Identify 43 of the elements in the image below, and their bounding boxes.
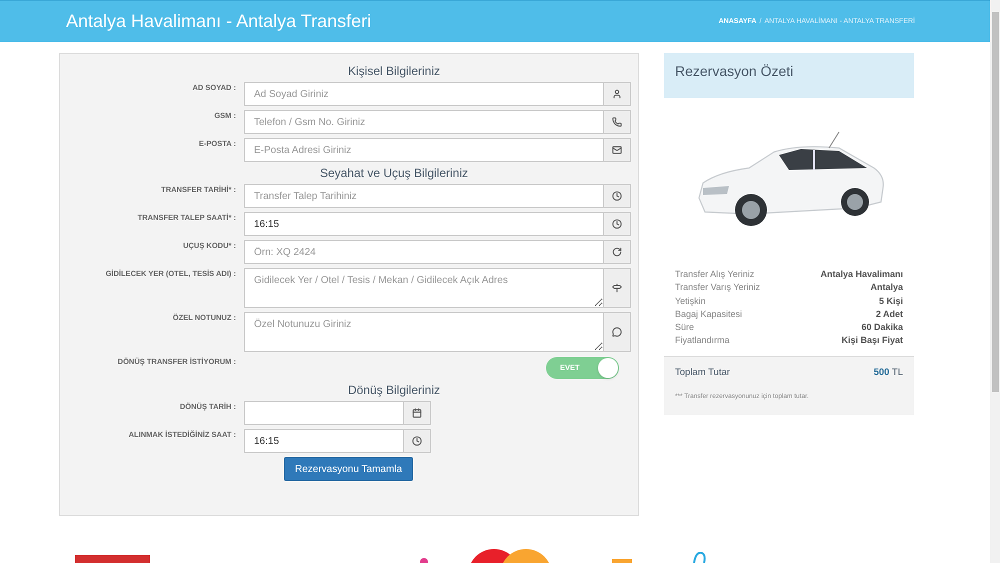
speech-bubble-icon [612,327,622,337]
text-field[interactable]: 16:15 [244,212,604,236]
clock-icon [612,191,622,201]
text-field[interactable]: E-Posta Adresi Giriniz [244,138,604,162]
text-field[interactable]: Ad Soyad Giriniz [244,82,604,106]
complete-reservation-button[interactable]: Rezervasyonu Tamamla [284,457,414,481]
summary-value: 5 Kişi [878,294,903,308]
text-field[interactable]: Örn: XQ 2424 [244,240,604,264]
partner-logo [612,559,632,563]
summary-value: Antalya Havalimanı [820,268,903,281]
total-label: Toplam Tutar [675,366,730,380]
mail-icon [612,145,622,155]
phone-icon [612,117,622,127]
clock-icon [612,219,622,229]
summary-label: Transfer Varış Yeriniz [675,281,760,294]
clock-icon [412,436,422,446]
page-title: Antalya Havalimanı - Antalya Transferi [66,10,372,33]
text-field[interactable]: Telefon / Gsm No. Giriniz [244,110,604,134]
calendar-icon [412,408,422,418]
text-field[interactable]: Transfer Talep Tarihiniz [244,184,604,208]
summary-title: Rezervasyon Özeti [675,62,794,81]
signpost-icon [612,283,622,293]
summary-label: Süre [675,321,694,334]
text-field[interactable] [244,401,404,425]
summary-label: Transfer Alış Yeriniz [675,268,754,281]
summary-label: Yetişkin [675,294,706,308]
refresh-icon [612,247,622,257]
text-field[interactable]: 16:15 [244,429,404,453]
summary-label: Bagaj Kapasitesi [675,308,742,321]
section-title: Seyahat ve Uçuş Bilgileriniz [318,165,470,180]
summary-value: Kişi Başı Fiyat [841,334,903,348]
summary-label: Fiyatlandırma [675,334,730,348]
section-title: Dönüş Bilgileriniz [346,382,442,397]
user-icon [612,89,622,99]
text-area[interactable]: Gidilecek Yer / Otel / Tesis / Mekan / Gidilecek Açık Adres [244,268,604,308]
summary-value: Antalya [870,281,903,294]
summary-value: 2 Adet [876,308,903,321]
section-title: Kişisel Bilgileriniz [346,63,442,78]
summary-value: 60 Dakika [861,321,903,334]
switch-knob [598,358,618,378]
text-area[interactable]: Özel Notunuzu Giriniz [244,312,604,352]
partner-logo [692,552,706,563]
total-amount: 500 TL [874,366,903,380]
